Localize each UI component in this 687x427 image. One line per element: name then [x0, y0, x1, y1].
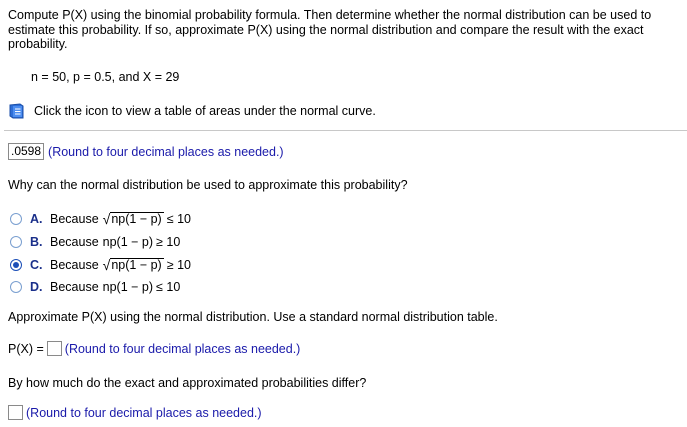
option-prefix: Because	[50, 280, 99, 294]
px-row: P(X) = (Round to four decimal places as …	[8, 341, 300, 356]
px-label: P(X) =	[8, 341, 44, 356]
sqrt-expression: √ np(1 − p)	[103, 258, 164, 272]
option-letter: A.	[30, 212, 43, 226]
px-input[interactable]	[46, 341, 62, 356]
sqrt-expression: √ np(1 − p)	[103, 212, 164, 226]
answer1-row: .0598 (Round to four decimal places as n…	[8, 143, 284, 160]
option-prefix: Because	[50, 258, 99, 272]
option-c[interactable]: C. Because √ np(1 − p) ≥ 10	[10, 258, 191, 272]
option-expression: np(1 − p)	[110, 212, 164, 226]
given-values: n = 50, p = 0.5, and X = 29	[31, 70, 180, 84]
option-relation: ≥ 10	[166, 258, 191, 272]
radical-sign: √	[102, 257, 111, 273]
option-letter: D.	[30, 280, 43, 294]
table-link-text[interactable]: Click the icon to view a table of areas …	[34, 104, 376, 118]
radical-sign: √	[102, 211, 111, 227]
question-normal-approx: Why can the normal distribution be used …	[8, 178, 408, 192]
option-relation: ≤ 10	[166, 212, 191, 226]
option-relation: ≤ 10	[156, 280, 181, 294]
option-expression: np(1 − p)	[110, 258, 164, 272]
answer1-hint: (Round to four decimal places as needed.…	[48, 144, 284, 159]
problem-statement: Compute P(X) using the binomial probabil…	[8, 8, 652, 51]
option-letter: B.	[30, 235, 43, 249]
option-d[interactable]: D. Because np(1 − p) ≤ 10	[10, 280, 180, 294]
difference-row: (Round to four decimal places as needed.…	[8, 405, 262, 420]
option-expression: np(1 − p)	[102, 235, 154, 249]
option-prefix: Because	[50, 212, 99, 226]
book-icon[interactable]	[8, 103, 25, 119]
radio-button[interactable]	[10, 259, 22, 271]
option-a[interactable]: A. Because √ np(1 − p) ≤ 10	[10, 212, 191, 226]
question-approximate: Approximate P(X) using the normal distri…	[8, 310, 498, 324]
option-letter: C.	[30, 258, 43, 272]
radio-button[interactable]	[10, 213, 22, 225]
option-expression: np(1 − p)	[102, 280, 154, 294]
px-hint: (Round to four decimal places as needed.…	[64, 341, 301, 356]
difference-hint: (Round to four decimal places as needed.…	[26, 405, 262, 420]
option-prefix: Because	[50, 235, 99, 249]
radio-button[interactable]	[10, 281, 22, 293]
radio-button[interactable]	[10, 236, 22, 248]
option-relation: ≥ 10	[156, 235, 181, 249]
difference-input[interactable]	[8, 405, 23, 420]
question-difference: By how much do the exact and approximate…	[8, 376, 367, 390]
table-link-row[interactable]: Click the icon to view a table of areas …	[8, 103, 376, 119]
divider	[4, 130, 687, 131]
option-b[interactable]: B. Because np(1 − p) ≥ 10	[10, 235, 180, 249]
answer1-field[interactable]: .0598	[8, 143, 45, 160]
